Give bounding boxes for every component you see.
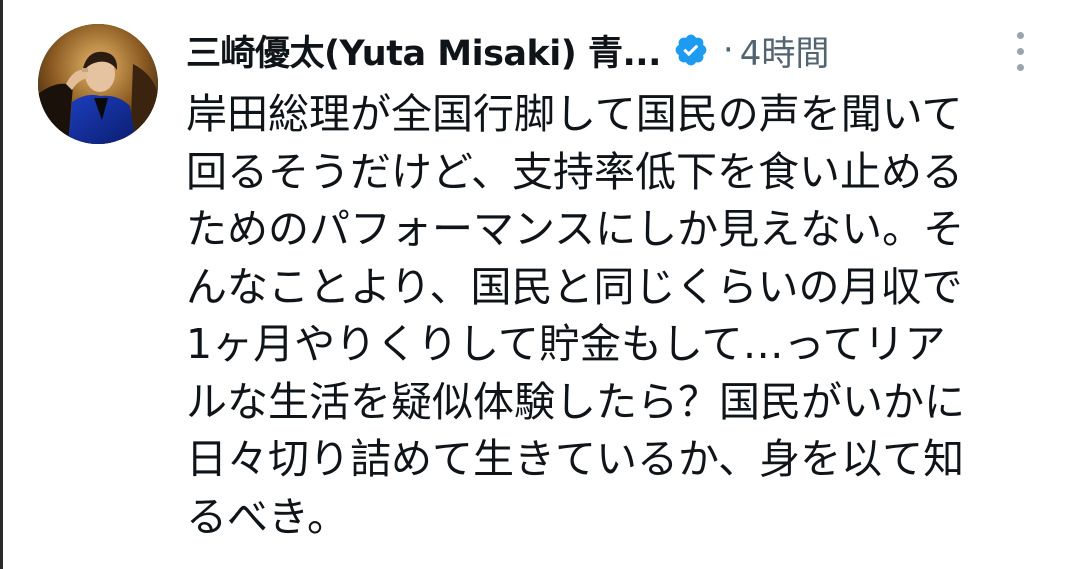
timestamp[interactable]: 4時間 <box>740 26 830 75</box>
tweet-text-line: 日々切り詰めて生きているか、身を以て知 <box>186 435 965 483</box>
tweet-text-line: んなことより、国民と同じくらいの月収で <box>186 262 963 311</box>
tweet-text: 岸田総理が全国行脚して国民の声を聞いて 回るそうだけど、支持率低下を食い止める … <box>186 86 1046 546</box>
tweet-text-line: 岸田総理が全国行脚して国民の声を聞いて <box>186 90 963 138</box>
tweet-text-line: 回るそうだけど、支持率低下を食い止める <box>186 147 963 196</box>
tweet-text-line: ためのパフォーマンスにしか見えない。そ <box>186 205 965 253</box>
avatar-photo <box>38 24 158 144</box>
avatar[interactable] <box>38 24 158 144</box>
verified-badge-icon <box>673 32 709 68</box>
tweet-card[interactable]: 三崎優太(Yuta Misaki) 青... · 4時間 岸田総理が全国行脚して… <box>0 0 1080 569</box>
tweet-header: 三崎優太(Yuta Misaki) 青... · 4時間 <box>186 22 829 78</box>
tweet-text-line: 1ヶ月やりくりして貯金もして…ってリア <box>186 320 946 368</box>
display-name[interactable]: 三崎優太(Yuta Misaki) 青... <box>186 25 661 76</box>
tweet-text-line: るべき。 <box>186 492 348 541</box>
separator-dot: · <box>722 30 734 70</box>
more-vertical-icon[interactable] <box>1008 28 1036 78</box>
tweet-text-line: ルな生活を疑似体験したら？国民がいかに <box>186 377 965 426</box>
